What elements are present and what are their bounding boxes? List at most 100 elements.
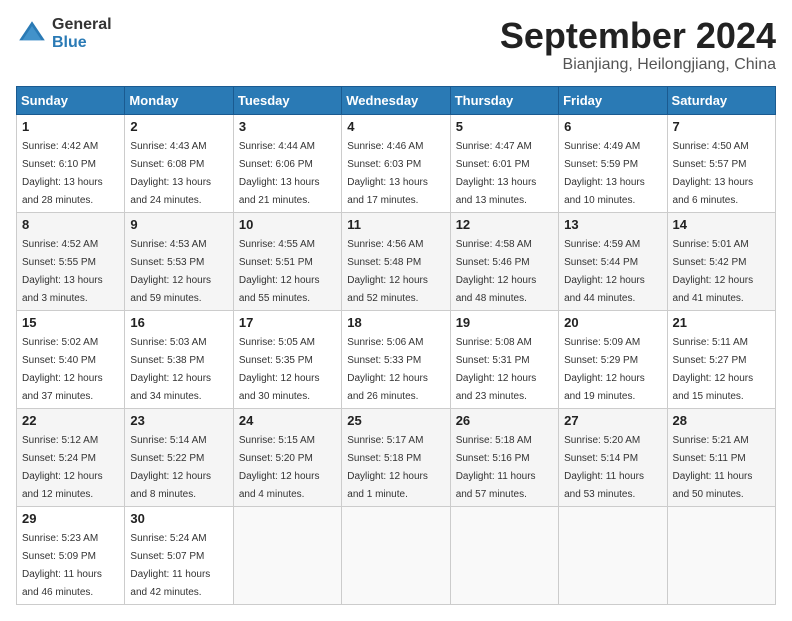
calendar-day-4: 4 Sunrise: 4:46 AMSunset: 6:03 PMDayligh… bbox=[342, 114, 450, 212]
col-thursday: Thursday bbox=[450, 86, 558, 114]
day-info: Sunrise: 4:46 AMSunset: 6:03 PMDaylight:… bbox=[347, 141, 428, 206]
day-info: Sunrise: 4:42 AMSunset: 6:10 PMDaylight:… bbox=[22, 141, 103, 206]
calendar-day-18: 18 Sunrise: 5:06 AMSunset: 5:33 PMDaylig… bbox=[342, 310, 450, 408]
day-info: Sunrise: 5:11 AMSunset: 5:27 PMDaylight:… bbox=[673, 337, 754, 402]
day-info: Sunrise: 4:55 AMSunset: 5:51 PMDaylight:… bbox=[239, 239, 320, 304]
calendar-day-16: 16 Sunrise: 5:03 AMSunset: 5:38 PMDaylig… bbox=[125, 310, 233, 408]
calendar-day-22: 22 Sunrise: 5:12 AMSunset: 5:24 PMDaylig… bbox=[17, 408, 125, 506]
day-info: Sunrise: 5:17 AMSunset: 5:18 PMDaylight:… bbox=[347, 435, 428, 500]
col-friday: Friday bbox=[559, 86, 667, 114]
day-info: Sunrise: 4:47 AMSunset: 6:01 PMDaylight:… bbox=[456, 141, 537, 206]
day-number: 1 bbox=[22, 119, 119, 134]
calendar-day-20: 20 Sunrise: 5:09 AMSunset: 5:29 PMDaylig… bbox=[559, 310, 667, 408]
calendar-day-8: 8 Sunrise: 4:52 AMSunset: 5:55 PMDayligh… bbox=[17, 212, 125, 310]
day-number: 19 bbox=[456, 315, 553, 330]
calendar-day-21: 21 Sunrise: 5:11 AMSunset: 5:27 PMDaylig… bbox=[667, 310, 775, 408]
day-info: Sunrise: 4:43 AMSunset: 6:08 PMDaylight:… bbox=[130, 141, 211, 206]
day-number: 9 bbox=[130, 217, 227, 232]
day-number: 2 bbox=[130, 119, 227, 134]
calendar-day-3: 3 Sunrise: 4:44 AMSunset: 6:06 PMDayligh… bbox=[233, 114, 341, 212]
month-title: September 2024 bbox=[500, 16, 776, 56]
day-info: Sunrise: 5:02 AMSunset: 5:40 PMDaylight:… bbox=[22, 337, 103, 402]
empty-cell bbox=[342, 506, 450, 604]
day-info: Sunrise: 4:49 AMSunset: 5:59 PMDaylight:… bbox=[564, 141, 645, 206]
day-number: 11 bbox=[347, 217, 444, 232]
day-info: Sunrise: 5:12 AMSunset: 5:24 PMDaylight:… bbox=[22, 435, 103, 500]
day-number: 20 bbox=[564, 315, 661, 330]
calendar-day-1: 1 Sunrise: 4:42 AMSunset: 6:10 PMDayligh… bbox=[17, 114, 125, 212]
day-number: 3 bbox=[239, 119, 336, 134]
calendar-day-7: 7 Sunrise: 4:50 AMSunset: 5:57 PMDayligh… bbox=[667, 114, 775, 212]
calendar-day-2: 2 Sunrise: 4:43 AMSunset: 6:08 PMDayligh… bbox=[125, 114, 233, 212]
day-number: 16 bbox=[130, 315, 227, 330]
logo-general-text: General bbox=[52, 16, 112, 34]
day-info: Sunrise: 5:20 AMSunset: 5:14 PMDaylight:… bbox=[564, 435, 644, 500]
empty-cell bbox=[559, 506, 667, 604]
day-info: Sunrise: 5:08 AMSunset: 5:31 PMDaylight:… bbox=[456, 337, 537, 402]
calendar-day-17: 17 Sunrise: 5:05 AMSunset: 5:35 PMDaylig… bbox=[233, 310, 341, 408]
empty-cell bbox=[667, 506, 775, 604]
day-info: Sunrise: 4:52 AMSunset: 5:55 PMDaylight:… bbox=[22, 239, 103, 304]
day-info: Sunrise: 5:24 AMSunset: 5:07 PMDaylight:… bbox=[130, 533, 210, 598]
day-number: 28 bbox=[673, 413, 770, 428]
calendar-day-26: 26 Sunrise: 5:18 AMSunset: 5:16 PMDaylig… bbox=[450, 408, 558, 506]
empty-cell bbox=[233, 506, 341, 604]
day-number: 10 bbox=[239, 217, 336, 232]
day-number: 18 bbox=[347, 315, 444, 330]
logo: General Blue bbox=[16, 16, 112, 51]
day-number: 25 bbox=[347, 413, 444, 428]
calendar-day-5: 5 Sunrise: 4:47 AMSunset: 6:01 PMDayligh… bbox=[450, 114, 558, 212]
title-block: September 2024 Bianjiang, Heilongjiang, … bbox=[500, 16, 776, 74]
day-info: Sunrise: 5:15 AMSunset: 5:20 PMDaylight:… bbox=[239, 435, 320, 500]
day-number: 17 bbox=[239, 315, 336, 330]
calendar-day-23: 23 Sunrise: 5:14 AMSunset: 5:22 PMDaylig… bbox=[125, 408, 233, 506]
day-info: Sunrise: 4:59 AMSunset: 5:44 PMDaylight:… bbox=[564, 239, 645, 304]
day-info: Sunrise: 5:01 AMSunset: 5:42 PMDaylight:… bbox=[673, 239, 754, 304]
calendar-day-10: 10 Sunrise: 4:55 AMSunset: 5:51 PMDaylig… bbox=[233, 212, 341, 310]
day-info: Sunrise: 5:03 AMSunset: 5:38 PMDaylight:… bbox=[130, 337, 211, 402]
day-number: 13 bbox=[564, 217, 661, 232]
day-info: Sunrise: 4:53 AMSunset: 5:53 PMDaylight:… bbox=[130, 239, 211, 304]
calendar-day-28: 28 Sunrise: 5:21 AMSunset: 5:11 PMDaylig… bbox=[667, 408, 775, 506]
calendar-day-25: 25 Sunrise: 5:17 AMSunset: 5:18 PMDaylig… bbox=[342, 408, 450, 506]
day-info: Sunrise: 5:09 AMSunset: 5:29 PMDaylight:… bbox=[564, 337, 645, 402]
day-info: Sunrise: 5:14 AMSunset: 5:22 PMDaylight:… bbox=[130, 435, 211, 500]
day-number: 12 bbox=[456, 217, 553, 232]
day-info: Sunrise: 4:56 AMSunset: 5:48 PMDaylight:… bbox=[347, 239, 428, 304]
day-number: 29 bbox=[22, 511, 119, 526]
calendar-day-27: 27 Sunrise: 5:20 AMSunset: 5:14 PMDaylig… bbox=[559, 408, 667, 506]
day-number: 30 bbox=[130, 511, 227, 526]
col-tuesday: Tuesday bbox=[233, 86, 341, 114]
day-number: 23 bbox=[130, 413, 227, 428]
day-info: Sunrise: 5:21 AMSunset: 5:11 PMDaylight:… bbox=[673, 435, 753, 500]
day-info: Sunrise: 4:58 AMSunset: 5:46 PMDaylight:… bbox=[456, 239, 537, 304]
calendar-day-29: 29 Sunrise: 5:23 AMSunset: 5:09 PMDaylig… bbox=[17, 506, 125, 604]
day-number: 8 bbox=[22, 217, 119, 232]
calendar-day-14: 14 Sunrise: 5:01 AMSunset: 5:42 PMDaylig… bbox=[667, 212, 775, 310]
day-info: Sunrise: 4:44 AMSunset: 6:06 PMDaylight:… bbox=[239, 141, 320, 206]
calendar-day-15: 15 Sunrise: 5:02 AMSunset: 5:40 PMDaylig… bbox=[17, 310, 125, 408]
weekday-header-row: Sunday Monday Tuesday Wednesday Thursday… bbox=[17, 86, 776, 114]
col-saturday: Saturday bbox=[667, 86, 775, 114]
day-number: 27 bbox=[564, 413, 661, 428]
calendar-day-9: 9 Sunrise: 4:53 AMSunset: 5:53 PMDayligh… bbox=[125, 212, 233, 310]
page-header: General Blue September 2024 Bianjiang, H… bbox=[16, 16, 776, 74]
calendar-day-11: 11 Sunrise: 4:56 AMSunset: 5:48 PMDaylig… bbox=[342, 212, 450, 310]
day-number: 6 bbox=[564, 119, 661, 134]
day-number: 26 bbox=[456, 413, 553, 428]
day-info: Sunrise: 5:06 AMSunset: 5:33 PMDaylight:… bbox=[347, 337, 428, 402]
logo-blue-text: Blue bbox=[52, 34, 112, 52]
day-info: Sunrise: 5:05 AMSunset: 5:35 PMDaylight:… bbox=[239, 337, 320, 402]
day-number: 15 bbox=[22, 315, 119, 330]
calendar-day-12: 12 Sunrise: 4:58 AMSunset: 5:46 PMDaylig… bbox=[450, 212, 558, 310]
empty-cell bbox=[450, 506, 558, 604]
logo-icon bbox=[16, 18, 48, 50]
day-info: Sunrise: 4:50 AMSunset: 5:57 PMDaylight:… bbox=[673, 141, 754, 206]
day-number: 5 bbox=[456, 119, 553, 134]
day-info: Sunrise: 5:23 AMSunset: 5:09 PMDaylight:… bbox=[22, 533, 102, 598]
calendar-day-30: 30 Sunrise: 5:24 AMSunset: 5:07 PMDaylig… bbox=[125, 506, 233, 604]
calendar-day-24: 24 Sunrise: 5:15 AMSunset: 5:20 PMDaylig… bbox=[233, 408, 341, 506]
day-number: 24 bbox=[239, 413, 336, 428]
day-number: 22 bbox=[22, 413, 119, 428]
day-number: 4 bbox=[347, 119, 444, 134]
